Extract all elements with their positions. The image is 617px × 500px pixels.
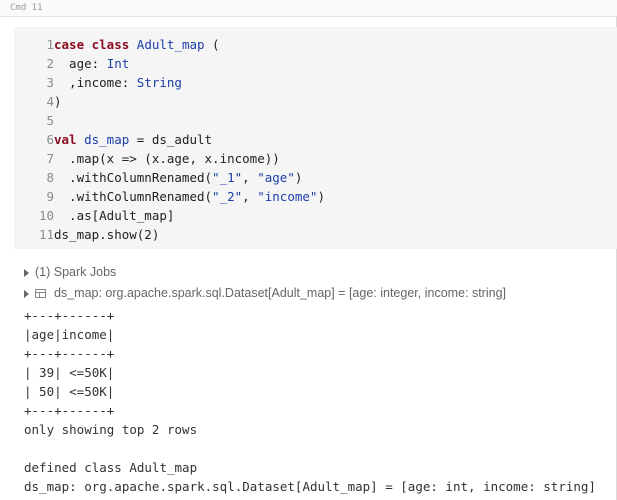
spark-jobs-label: (1) Spark Jobs <box>35 265 117 279</box>
code-line: 5 <box>14 111 617 130</box>
code-line: 7 .map(x => (x.age, x.income)) <box>14 149 617 168</box>
code-text: .map(x => (x.age, x.income)) <box>54 151 280 166</box>
cell-label: Cmd 11 <box>10 3 43 13</box>
line-number: 6 <box>46 132 54 147</box>
code-line: 9 .withColumnRenamed("_2", "income") <box>14 187 617 206</box>
stdout-line: |age|income| <box>24 327 115 342</box>
code-line: 6 val ds_map = ds_adult <box>14 130 617 149</box>
dataset-schema-toggle[interactable]: ds_map: org.apache.spark.sql.Dataset[Adu… <box>24 284 506 302</box>
code-text: .withColumnRenamed("_1", "age") <box>54 170 303 185</box>
line-number: 9 <box>46 189 54 204</box>
code-line: 4) <box>14 92 617 111</box>
code-line: 1 case class Adult_map ( <box>14 35 617 54</box>
code-line: 10 .as[Adult_map] <box>14 206 617 225</box>
stdout-line: | 39| <=50K| <box>24 365 115 380</box>
stdout-line: +---+------+ <box>24 346 115 361</box>
code-text: .withColumnRenamed("_2", "income") <box>54 189 325 204</box>
code-line: 3 ,income: String <box>14 73 617 92</box>
line-number: 11 <box>38 227 54 242</box>
code-text: .as[Adult_map] <box>54 208 175 223</box>
code-line: 11 ds_map.show(2) <box>14 225 617 244</box>
stdout-line: only showing top 2 rows <box>24 422 198 437</box>
line-number: 1 <box>46 37 54 52</box>
code-text: age: Int <box>54 56 130 71</box>
expand-icon <box>24 268 29 277</box>
stdout-line: | 50| <=50K| <box>24 384 115 399</box>
line-number: 8 <box>46 170 54 185</box>
stdout-line: ds_map: org.apache.spark.sql.Dataset[Adu… <box>24 479 596 494</box>
stdout-line: +---+------+ <box>24 403 115 418</box>
table-icon <box>35 289 46 299</box>
code-editor[interactable]: 1 case class Adult_map (2 age: Int 3 ,inco… <box>14 27 617 249</box>
line-number: 3 <box>46 75 54 90</box>
line-number: 2 <box>46 56 54 71</box>
code-line: 8 .withColumnRenamed("_1", "age") <box>14 168 617 187</box>
line-number: 10 <box>38 208 54 223</box>
line-number: 4 <box>46 94 54 109</box>
stdout-line: +---+------+ <box>24 308 115 323</box>
code-line: 2 age: Int <box>14 54 617 73</box>
code-text: ) <box>54 94 62 109</box>
dataset-schema-label: ds_map: org.apache.spark.sql.Dataset[Adu… <box>54 286 506 300</box>
line-number: 7 <box>46 151 54 166</box>
cell-header: Cmd 11 <box>0 0 617 17</box>
spark-jobs-toggle[interactable]: (1) Spark Jobs <box>24 263 116 281</box>
code-text: ,income: String <box>54 75 182 90</box>
code-text: case class Adult_map ( <box>54 37 220 52</box>
stdout-line: defined class Adult_map <box>24 460 198 475</box>
code-text: ds_map.show(2) <box>54 227 160 242</box>
code-text: val ds_map = ds_adult <box>54 132 213 147</box>
expand-icon <box>24 289 29 298</box>
line-number: 5 <box>46 113 54 128</box>
